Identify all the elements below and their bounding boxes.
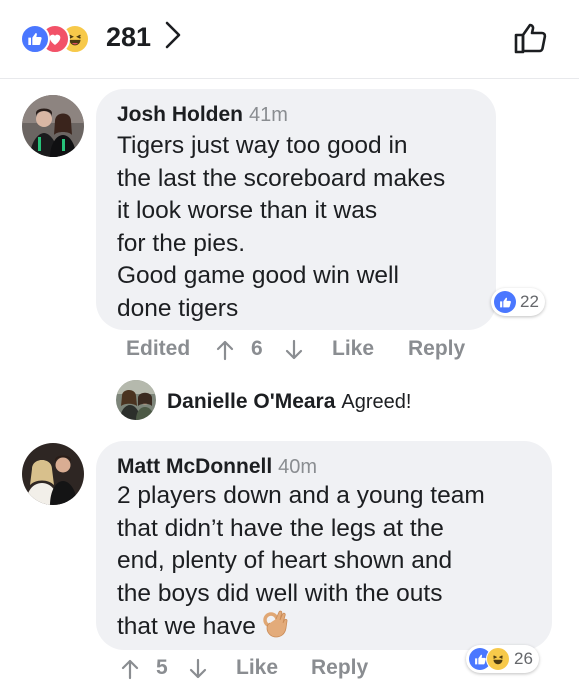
reply-button[interactable]: Reply bbox=[311, 656, 368, 680]
reaction-count: 26 bbox=[514, 649, 533, 668]
comment-header-matt: Matt McDonnell 40m bbox=[117, 455, 317, 479]
comment-author[interactable]: Matt McDonnell bbox=[117, 455, 272, 478]
avatar-josh-holden[interactable] bbox=[22, 95, 84, 157]
comment-line: it look worse than it was bbox=[117, 197, 378, 224]
reaction-badge-matt[interactable]: 26 bbox=[466, 645, 539, 673]
vote-count: 6 bbox=[251, 337, 263, 360]
comment-line: that didn’t have the legs at the bbox=[117, 514, 444, 542]
comment-line: 2 players down and a young team bbox=[117, 482, 485, 509]
reply-text: Agreed! bbox=[341, 391, 412, 413]
reply-author[interactable]: Danielle O'Meara bbox=[167, 390, 335, 413]
comment-line: the last the scoreboard makes bbox=[117, 164, 446, 192]
upvote-arrow-icon[interactable] bbox=[216, 339, 234, 366]
header-divider bbox=[0, 78, 579, 79]
chevron-right-icon[interactable] bbox=[164, 20, 182, 55]
like-icon bbox=[20, 24, 50, 54]
comment-text-josh: Tigers just way too good in the last the… bbox=[117, 130, 445, 325]
comment-line: the boys did well with the outs bbox=[117, 579, 443, 607]
reply-button[interactable]: Reply bbox=[408, 337, 465, 361]
avatar-danielle-omeara[interactable] bbox=[116, 380, 156, 420]
comment-time: 40m bbox=[278, 456, 318, 478]
reply-danielle: Danielle O'Meara Agreed! bbox=[167, 390, 411, 414]
like-button[interactable]: Like bbox=[236, 656, 278, 680]
comment-line: for the pies. bbox=[117, 229, 246, 257]
like-button[interactable]: Like bbox=[332, 337, 374, 361]
comment-time: 41m bbox=[249, 104, 288, 126]
upvote-arrow-icon[interactable] bbox=[121, 658, 139, 685]
haha-icon bbox=[486, 647, 510, 671]
comment-line: Tigers just way too good in bbox=[117, 132, 408, 159]
avatar-matt-mcdonnell[interactable] bbox=[22, 443, 84, 505]
comment-actions-josh: Edited bbox=[126, 337, 190, 361]
downvote-arrow-icon[interactable] bbox=[285, 339, 303, 366]
vote-count: 5 bbox=[156, 656, 168, 679]
comment-author[interactable]: Josh Holden bbox=[117, 103, 243, 126]
comment-line: end, plenty of heart shown and bbox=[117, 547, 453, 574]
comment-line: Good game good win well bbox=[117, 262, 399, 289]
comment-line: done tigers bbox=[117, 294, 239, 322]
ok-hand-emoji bbox=[262, 610, 288, 648]
thumbs-up-outline-icon[interactable] bbox=[512, 18, 550, 61]
reactions-header: 281 bbox=[0, 0, 579, 72]
edited-label[interactable]: Edited bbox=[126, 337, 190, 360]
reaction-count: 22 bbox=[520, 292, 539, 311]
comment-line: that we have bbox=[117, 610, 485, 648]
like-icon bbox=[494, 291, 516, 313]
comment-header-josh: Josh Holden 41m bbox=[117, 103, 288, 127]
comment-line-text: that we have bbox=[117, 613, 256, 640]
downvote-arrow-icon[interactable] bbox=[189, 658, 207, 685]
reaction-badge-josh[interactable]: 22 bbox=[491, 288, 545, 316]
reaction-count[interactable]: 281 bbox=[106, 22, 151, 53]
comment-text-matt: 2 players down and a young team that did… bbox=[117, 480, 485, 648]
